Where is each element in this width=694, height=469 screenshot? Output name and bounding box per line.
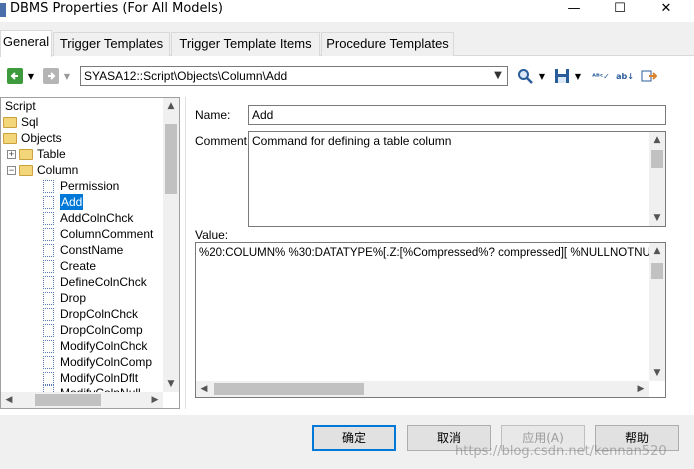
app-icon (0, 3, 6, 17)
value-vscroll-thumb[interactable] (651, 263, 663, 279)
collapse-icon[interactable]: − (7, 165, 16, 175)
document-icon (43, 179, 54, 193)
scroll-up-icon[interactable]: ▲ (649, 132, 665, 148)
document-icon (43, 195, 54, 209)
document-icon (43, 307, 54, 321)
tree-item-columncomment[interactable]: ColumnComment (43, 226, 153, 242)
forward-dropdown-icon[interactable]: ▼ (62, 67, 72, 85)
tab-trigger-template-items[interactable]: Trigger Template Items (171, 32, 320, 56)
ok-button[interactable]: 确定 (312, 425, 396, 451)
document-icon (43, 371, 54, 385)
tree-item-column[interactable]: − Column (7, 162, 78, 178)
path-value: SYASA12::Script\Objects\Column\Add (84, 69, 288, 83)
tree-item-modifycolnchck[interactable]: ModifyColnChck (43, 338, 147, 354)
tree-hscroll-thumb[interactable] (35, 394, 101, 406)
document-icon (43, 291, 54, 305)
scroll-left-icon[interactable]: ◀ (196, 381, 212, 397)
tree-item-constname[interactable]: ConstName (43, 242, 123, 258)
script-tree[interactable]: Script Sql Objects + Table − Column Permis… (0, 97, 180, 409)
back-arrow-icon[interactable] (6, 67, 24, 85)
search-icon[interactable] (516, 67, 534, 85)
tree-item-table[interactable]: + Table (7, 146, 66, 162)
value-editor[interactable]: %20:COLUMN% %30:DATATYPE%[.Z:[%Compresse… (195, 242, 666, 398)
minimize-button[interactable]: — (551, 0, 597, 17)
folder-icon (3, 116, 17, 128)
tree-item-permission[interactable]: Permission (43, 178, 119, 194)
folder-icon (19, 148, 33, 160)
document-icon (43, 323, 54, 337)
tree-vscroll-thumb[interactable] (165, 124, 177, 194)
scroll-left-icon[interactable]: ◀ (1, 392, 17, 408)
comment-label: Comment: (195, 134, 251, 148)
expand-icon[interactable]: + (7, 149, 16, 159)
name-field[interactable]: Add (248, 105, 666, 125)
scroll-up-icon[interactable]: ▲ (649, 243, 665, 259)
comment-scrollbar[interactable]: ▲ ▼ (649, 132, 665, 226)
search-dropdown-icon[interactable]: ▼ (537, 67, 547, 85)
scroll-down-icon[interactable]: ▼ (163, 376, 179, 392)
document-icon (43, 227, 54, 241)
tree-item-sql[interactable]: Sql (3, 114, 38, 130)
spell-check-icon[interactable]: ᴬᴮᶜ✓ (592, 67, 610, 85)
comment-field[interactable]: Command for defining a table column ▲ ▼ (248, 131, 666, 227)
value-vertical-scrollbar[interactable]: ▲ ▼ (649, 243, 665, 381)
document-icon (43, 259, 54, 273)
tree-horizontal-scrollbar[interactable]: ◀ ▶ (1, 392, 163, 408)
tree-item-drop[interactable]: Drop (43, 290, 86, 306)
tree-item-create[interactable]: Create (43, 258, 96, 274)
save-icon[interactable] (553, 67, 571, 85)
tree-item-dropcolnchck[interactable]: DropColnChck (43, 306, 138, 322)
scroll-down-icon[interactable]: ▼ (649, 210, 665, 226)
tree-item-modifycolndflt[interactable]: ModifyColnDflt (43, 370, 138, 386)
goto-icon[interactable] (640, 67, 658, 85)
tree-item-modifycolncomp[interactable]: ModifyColnComp (43, 354, 152, 370)
save-dropdown-icon[interactable]: ▼ (573, 67, 583, 85)
document-icon (43, 243, 54, 257)
value-label: Value: (195, 228, 229, 242)
name-label: Name: (195, 108, 231, 122)
tab-general[interactable]: General (0, 30, 52, 57)
back-dropdown-icon[interactable]: ▼ (26, 67, 36, 85)
folder-icon (3, 132, 17, 144)
document-icon (43, 339, 54, 353)
sort-alpha-icon[interactable]: ab↓ (616, 67, 634, 85)
document-icon (43, 355, 54, 369)
tab-strip: General Trigger Templates Trigger Templa… (0, 30, 694, 57)
pane-splitter[interactable] (185, 97, 186, 409)
comment-scroll-thumb[interactable] (651, 150, 663, 168)
tree-vertical-scrollbar[interactable]: ▲ ▼ (163, 98, 179, 392)
tree-item-addcolnchck[interactable]: AddColnChck (43, 210, 133, 226)
document-icon (43, 275, 54, 289)
tree-item-definecolnchck[interactable]: DefineColnChck (43, 274, 147, 290)
window-title: DBMS Properties (For All Models) (10, 1, 224, 16)
tree-item-dropcolncomp[interactable]: DropColnComp (43, 322, 143, 338)
scroll-right-icon[interactable]: ▶ (633, 381, 649, 397)
maximize-button[interactable]: ☐ (597, 0, 643, 17)
value-horizontal-scrollbar[interactable]: ◀ ▶ (196, 381, 649, 397)
watermark: https://blog.csdn.net/kennan520 (455, 444, 667, 459)
tab-trigger-templates[interactable]: Trigger Templates (53, 32, 170, 56)
scroll-up-icon[interactable]: ▲ (163, 98, 179, 114)
close-button[interactable]: ✕ (643, 0, 689, 17)
scroll-right-icon[interactable]: ▶ (147, 392, 163, 408)
chevron-down-icon[interactable]: ▼ (491, 68, 505, 84)
tree-root[interactable]: Script (5, 98, 36, 114)
tree-item-add[interactable]: Add (43, 194, 84, 210)
folder-icon (19, 164, 33, 176)
scroll-down-icon[interactable]: ▼ (649, 365, 665, 381)
tree-item-add-label: Add (60, 194, 84, 210)
tree-item-objects[interactable]: Objects (3, 130, 62, 146)
document-icon (43, 211, 54, 225)
path-combo[interactable]: SYASA12::Script\Objects\Column\Add ▼ (80, 66, 508, 86)
value-hscroll-thumb[interactable] (214, 383, 364, 395)
title-bar: DBMS Properties (For All Models) — ☐ ✕ (0, 0, 694, 22)
value-text: %20:COLUMN% %30:DATATYPE%[.Z:[%Compresse… (199, 247, 649, 259)
tab-procedure-templates[interactable]: Procedure Templates (321, 32, 454, 56)
forward-arrow-icon[interactable] (42, 67, 60, 85)
